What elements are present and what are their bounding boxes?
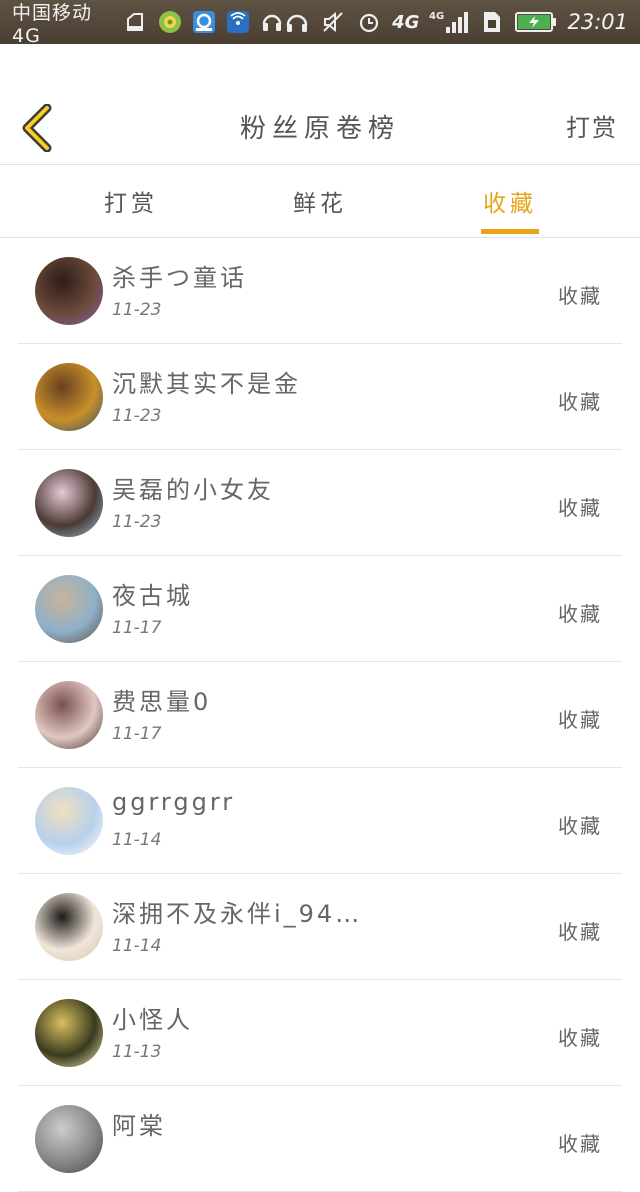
list-item[interactable]: 小怪人 11-13 收藏 <box>18 980 622 1086</box>
favorite-label: 收藏 <box>558 920 602 944</box>
favorite-label: 收藏 <box>558 814 602 838</box>
clock: 23:01 <box>567 10 628 34</box>
app-store-icon <box>192 9 216 35</box>
item-date: 11-23 <box>112 406 162 426</box>
page-title: 粉丝原卷榜 <box>239 114 400 144</box>
user-name: ggrrggrr <box>112 788 236 816</box>
mute-icon <box>320 9 346 35</box>
battery-icon <box>515 9 557 35</box>
tab-favorites[interactable]: 收藏 <box>440 165 580 237</box>
favorite-label: 收藏 <box>558 496 602 520</box>
tip-button[interactable]: 打赏 <box>566 108 618 143</box>
avatar[interactable] <box>35 575 103 643</box>
list-item[interactable]: 夜古城 11-17 收藏 <box>18 556 622 662</box>
avatar[interactable] <box>35 363 103 431</box>
sd-card-icon <box>123 9 147 35</box>
user-name: 沉默其实不是金 <box>112 370 301 398</box>
music-app-icon <box>157 9 181 35</box>
avatar[interactable] <box>35 1105 103 1173</box>
user-name: 杀手つ童话 <box>112 264 247 292</box>
tab-tip[interactable]: 打赏 <box>61 165 201 237</box>
favorite-label: 收藏 <box>558 708 602 732</box>
active-tab-indicator <box>481 229 539 234</box>
item-date: 11-23 <box>112 300 162 320</box>
tab-flowers[interactable]: 鲜花 <box>250 165 390 237</box>
user-name: 夜古城 <box>112 582 193 610</box>
avatar[interactable] <box>35 681 103 749</box>
avatar[interactable] <box>35 999 103 1067</box>
user-name: 小怪人 <box>112 1006 193 1034</box>
user-name: 吴磊的小女友 <box>112 476 274 504</box>
list-item[interactable]: 费思量0 11-17 收藏 <box>18 662 622 768</box>
status-left: 中国移动4G <box>0 0 284 47</box>
tab-bar: 打赏 鲜花 收藏 <box>0 165 640 238</box>
item-date: 11-14 <box>112 936 162 956</box>
list-item[interactable]: 杀手つ童话 11-23 收藏 <box>18 238 622 344</box>
wifi-hotspot-icon <box>226 9 250 35</box>
favorite-label: 收藏 <box>558 602 602 626</box>
page-header: 粉丝原卷榜 打赏 <box>0 44 640 165</box>
alarm-icon <box>356 9 382 35</box>
favorite-label: 收藏 <box>558 1026 602 1050</box>
user-name: 深拥不及永伴i_94… <box>112 900 363 928</box>
item-date: 11-23 <box>112 512 162 532</box>
favorite-label: 收藏 <box>558 1132 602 1156</box>
user-name: 费思量0 <box>112 688 212 716</box>
status-right: 4G 4G 23:01 <box>284 9 640 35</box>
list-item[interactable]: 深拥不及永伴i_94… 11-14 收藏 <box>18 874 622 980</box>
avatar[interactable] <box>35 787 103 855</box>
list-item[interactable]: 吴磊的小女友 11-23 收藏 <box>18 450 622 556</box>
item-date: 11-13 <box>112 1042 162 1062</box>
item-date: 11-14 <box>112 830 162 850</box>
avatar[interactable] <box>35 469 103 537</box>
list-item[interactable]: ggrrggrr 11-14 收藏 <box>18 768 622 874</box>
item-date: 11-17 <box>112 618 162 638</box>
item-date: 11-17 <box>112 724 162 744</box>
fan-list: 杀手つ童话 11-23 收藏 沉默其实不是金 11-23 收藏 吴磊的小女友 1… <box>0 238 640 1192</box>
carrier-label: 中国移动4G <box>12 1 93 47</box>
headphones-icon <box>284 9 310 35</box>
headset-icon <box>260 9 284 35</box>
status-bar: 中国移动4G 4G 4G 23:01 <box>0 0 640 47</box>
favorite-label: 收藏 <box>558 390 602 414</box>
avatar[interactable] <box>35 257 103 325</box>
svg-text:4G: 4G <box>429 11 444 22</box>
list-item[interactable]: 沉默其实不是金 11-23 收藏 <box>18 344 622 450</box>
user-name: 阿棠 <box>112 1112 166 1140</box>
favorite-label: 收藏 <box>558 284 602 308</box>
signal-icon: 4G <box>429 9 469 35</box>
network-type-label: 4G <box>392 11 420 33</box>
list-item[interactable]: 阿棠 收藏 <box>18 1086 622 1192</box>
avatar[interactable] <box>35 893 103 961</box>
sim-icon <box>479 9 505 35</box>
